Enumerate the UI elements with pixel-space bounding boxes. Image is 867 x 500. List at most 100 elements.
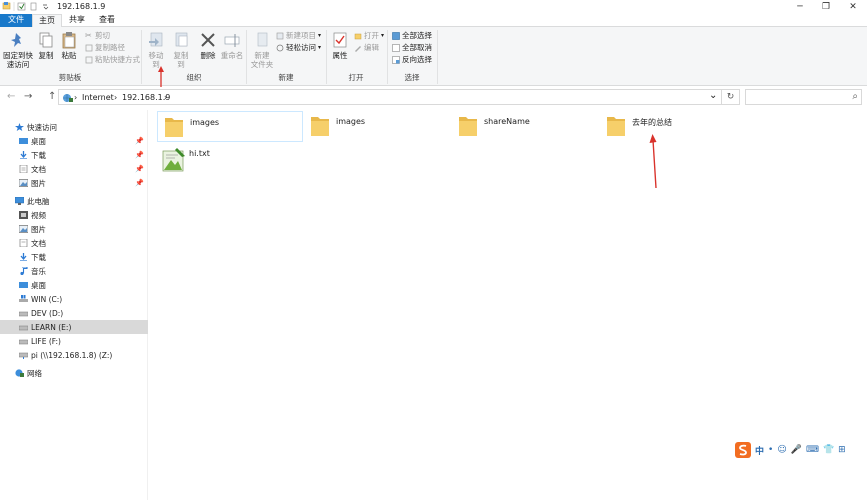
nav-pc-downloads[interactable]: 下载 bbox=[0, 250, 148, 264]
nav-pc-desktop[interactable]: 桌面 bbox=[0, 278, 148, 292]
nav-label: 下载 bbox=[31, 252, 46, 262]
folder-item[interactable]: 去年的总结 bbox=[600, 111, 746, 142]
nav-this-pc[interactable]: 此电脑 bbox=[0, 194, 148, 208]
copy-path-icon bbox=[85, 44, 93, 52]
nav-label: LIFE (F:) bbox=[31, 336, 61, 346]
new-folder-button[interactable]: 新建 文件夹 bbox=[250, 31, 274, 69]
quick-access-icons[interactable] bbox=[2, 1, 54, 12]
close-button[interactable]: ✕ bbox=[839, 0, 867, 13]
new-item-button[interactable]: 新建项目 ▾ bbox=[276, 31, 321, 41]
nav-label: 文档 bbox=[31, 164, 46, 174]
nav-pc-pictures[interactable]: 图片 bbox=[0, 222, 148, 236]
paste-shortcut-button[interactable]: 粘贴快捷方式 bbox=[85, 55, 140, 65]
back-button[interactable]: ← bbox=[7, 91, 15, 102]
pin-icon[interactable]: 📌 bbox=[135, 137, 144, 145]
tab-view[interactable]: 查看 bbox=[93, 14, 121, 27]
address-bar[interactable]: › Internet › 192.168.1.9 › ⌄ bbox=[58, 89, 722, 105]
ime-emoji-icon[interactable]: ☺ bbox=[777, 445, 786, 455]
pin-to-quick-access-button[interactable]: 固定到快 速访问 bbox=[2, 31, 34, 69]
edit-icon bbox=[355, 46, 361, 52]
folder-item[interactable]: shareName bbox=[452, 111, 598, 142]
nav-label: 快速访问 bbox=[27, 122, 57, 132]
nav-quick-downloads[interactable]: 下载 📌 bbox=[0, 148, 148, 162]
clipboard-group-label: 剪贴板 bbox=[58, 73, 82, 82]
breadcrumb-internet[interactable]: Internet bbox=[82, 92, 114, 103]
group-separator bbox=[387, 30, 388, 84]
minimize-button[interactable]: ─ bbox=[786, 0, 814, 13]
nav-drive-c[interactable]: WIN (C:) bbox=[0, 292, 148, 306]
tab-share[interactable]: 共享 bbox=[63, 14, 91, 27]
new-folder-label-2: 文件夹 bbox=[250, 60, 274, 69]
search-input[interactable]: ⌕ bbox=[745, 89, 862, 105]
tab-home[interactable]: 主页 bbox=[32, 14, 62, 28]
ime-punctuation-icon[interactable]: • bbox=[768, 445, 773, 455]
sogou-logo-icon[interactable] bbox=[735, 442, 751, 458]
network-drive-icon bbox=[19, 352, 28, 359]
download-icon bbox=[20, 253, 27, 261]
ime-toolbox-icon[interactable]: ⊞ bbox=[838, 445, 846, 455]
nav-label: 网络 bbox=[27, 368, 42, 378]
paste-label: 粘贴 bbox=[61, 51, 77, 60]
desktop-icon bbox=[19, 282, 28, 288]
nav-drive-z[interactable]: pi (\\192.168.1.8) (Z:) bbox=[0, 348, 148, 362]
breadcrumb-separator: › bbox=[114, 93, 118, 102]
pin-icon[interactable]: 📌 bbox=[135, 179, 144, 187]
nav-drive-e[interactable]: LEARN (E:) bbox=[0, 320, 148, 334]
ime-chinese-mode[interactable]: 中 bbox=[755, 444, 764, 457]
address-dropdown-button[interactable]: ⌄ bbox=[709, 90, 717, 101]
text-file-icon bbox=[162, 148, 185, 172]
nav-quick-pictures[interactable]: 图片 📌 bbox=[0, 176, 148, 190]
window-title: 192.168.1.9 bbox=[57, 2, 106, 11]
copy-button[interactable]: 复制 bbox=[36, 31, 56, 60]
nav-label: 此电脑 bbox=[27, 196, 50, 206]
pin-icon[interactable]: 📌 bbox=[135, 151, 144, 159]
annotation-arrow bbox=[158, 66, 164, 87]
ime-keyboard-icon[interactable]: ⌨ bbox=[806, 445, 819, 455]
dropdown-arrow-icon: ▾ bbox=[381, 32, 385, 39]
ime-voice-icon[interactable]: 🎤 bbox=[791, 445, 802, 455]
move-to-button[interactable]: 移动到 bbox=[145, 31, 167, 69]
copy-path-button[interactable]: 复制路径 bbox=[85, 43, 125, 53]
restore-button[interactable]: ❐ bbox=[812, 0, 840, 13]
select-all-button[interactable]: 全部选择 bbox=[392, 31, 432, 41]
up-button[interactable]: ↑ bbox=[48, 91, 56, 102]
open-label: 打开 bbox=[364, 31, 379, 40]
nav-quick-access[interactable]: 快速访问 bbox=[0, 120, 148, 134]
nav-network[interactable]: 网络 bbox=[0, 366, 148, 380]
folder-item[interactable]: images bbox=[157, 111, 303, 142]
edit-button[interactable]: 编辑 bbox=[354, 43, 379, 53]
paste-button[interactable]: 粘贴 bbox=[59, 31, 79, 60]
pin-icon[interactable]: 📌 bbox=[135, 165, 144, 173]
nav-label: 图片 bbox=[31, 224, 46, 234]
nav-drive-d[interactable]: DEV (D:) bbox=[0, 306, 148, 320]
windows-drive-icon bbox=[19, 295, 28, 302]
download-icon bbox=[20, 151, 27, 159]
document-icon bbox=[19, 165, 28, 173]
cut-button[interactable]: ✂ 剪切 bbox=[85, 31, 110, 41]
open-button[interactable]: 打开 ▾ bbox=[354, 31, 384, 41]
file-item[interactable]: hi.txt bbox=[157, 144, 303, 175]
ime-skin-icon[interactable]: 👕 bbox=[823, 445, 834, 455]
folder-item[interactable]: images bbox=[304, 111, 450, 142]
nav-quick-documents[interactable]: 文档 📌 bbox=[0, 162, 148, 176]
easy-access-button[interactable]: 轻松访问 ▾ bbox=[276, 43, 321, 53]
delete-button[interactable]: 删除 bbox=[198, 31, 218, 60]
select-none-button[interactable]: 全部取消 bbox=[392, 43, 432, 53]
forward-button[interactable]: → bbox=[24, 91, 32, 102]
copy-to-button[interactable]: 复制到 bbox=[170, 31, 192, 69]
nav-label: pi (\\192.168.1.8) (Z:) bbox=[31, 350, 113, 360]
tab-file[interactable]: 文件 bbox=[0, 14, 32, 27]
nav-drive-f[interactable]: LIFE (F:) bbox=[0, 334, 148, 348]
nav-pc-documents[interactable]: 文档 bbox=[0, 236, 148, 250]
nav-pc-videos[interactable]: 视频 bbox=[0, 208, 148, 222]
new-group-label: 新建 bbox=[278, 73, 294, 82]
invert-selection-button[interactable]: 反向选择 bbox=[392, 55, 432, 65]
properties-button[interactable]: 属性 bbox=[330, 31, 350, 60]
rename-button[interactable]: 重命名 bbox=[220, 31, 244, 60]
copy-label: 复制 bbox=[38, 51, 54, 60]
nav-pc-music[interactable]: 音乐 bbox=[0, 264, 148, 278]
nav-quick-desktop[interactable]: 桌面 📌 bbox=[0, 134, 148, 148]
star-icon bbox=[15, 123, 24, 131]
refresh-button[interactable]: ↻ bbox=[722, 89, 740, 105]
pin-icon bbox=[11, 33, 21, 47]
